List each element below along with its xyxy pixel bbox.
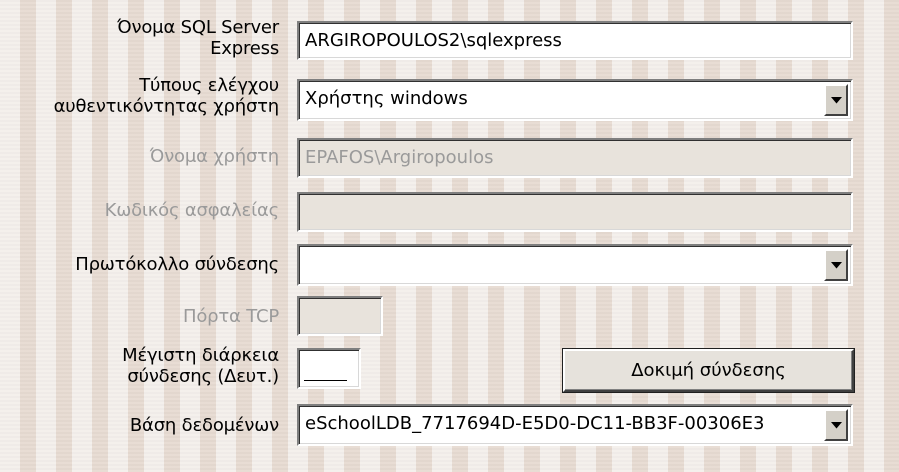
chevron-down-icon xyxy=(830,96,842,103)
tcp-port-label: Πόρτα TCP xyxy=(183,306,279,327)
username-value: EPAFOS\Argiropoulos xyxy=(305,147,494,168)
chevron-down-icon xyxy=(830,421,842,428)
auth-type-label: Τύπους ελέγχου αυθεντικόντητας χρήστη xyxy=(53,75,280,117)
server-name-label-line2: Express xyxy=(210,38,279,59)
test-connection-button[interactable]: Δοκιμή σύνδεσης xyxy=(563,349,854,392)
database-label: Βάση δεδομένων xyxy=(129,415,279,436)
server-name-label: Όνομα SQL Server Express xyxy=(117,17,279,59)
database-value: eSchoolLDB_7717694D-E5D0-DC11-BB3F-00306… xyxy=(305,413,765,434)
timeout-label-line2: σύνδεσης (Δευτ.) xyxy=(127,366,279,387)
server-name-label-line1: Όνομα SQL Server xyxy=(117,17,279,38)
password-input[interactable] xyxy=(297,192,853,232)
timeout-label-line1: Μέγιστη διάρκεια xyxy=(122,345,279,366)
auth-type-select[interactable]: Χρήστης windows xyxy=(297,79,853,121)
timeout-input[interactable] xyxy=(297,348,361,389)
protocol-select[interactable] xyxy=(297,244,853,286)
text-cursor xyxy=(304,380,347,381)
auth-type-value: Χρήστης windows xyxy=(305,88,468,109)
auth-type-dropdown-button[interactable] xyxy=(824,84,848,116)
chevron-down-icon xyxy=(830,261,842,268)
tcp-port-input[interactable] xyxy=(297,296,383,336)
password-label: Κωδικός ασφαλείας xyxy=(104,200,280,221)
auth-type-label-line1: Τύπους ελέγχου xyxy=(139,75,279,96)
server-name-value: ARGIROPOULOS2\sqlexpress xyxy=(305,30,562,51)
timeout-label: Μέγιστη διάρκεια σύνδεσης (Δευτ.) xyxy=(122,345,279,387)
protocol-label: Πρωτόκολλο σύνδεσης xyxy=(75,254,279,275)
protocol-dropdown-button[interactable] xyxy=(824,249,848,281)
username-input[interactable]: EPAFOS\Argiropoulos xyxy=(297,138,853,178)
auth-type-label-line2: αυθεντικόντητας χρήστη xyxy=(53,96,280,117)
database-dropdown-button[interactable] xyxy=(824,409,848,441)
server-name-input[interactable]: ARGIROPOULOS2\sqlexpress xyxy=(297,21,853,60)
database-select[interactable]: eSchoolLDB_7717694D-E5D0-DC11-BB3F-00306… xyxy=(297,404,853,446)
username-label: Όνομα χρήστη xyxy=(149,146,279,167)
